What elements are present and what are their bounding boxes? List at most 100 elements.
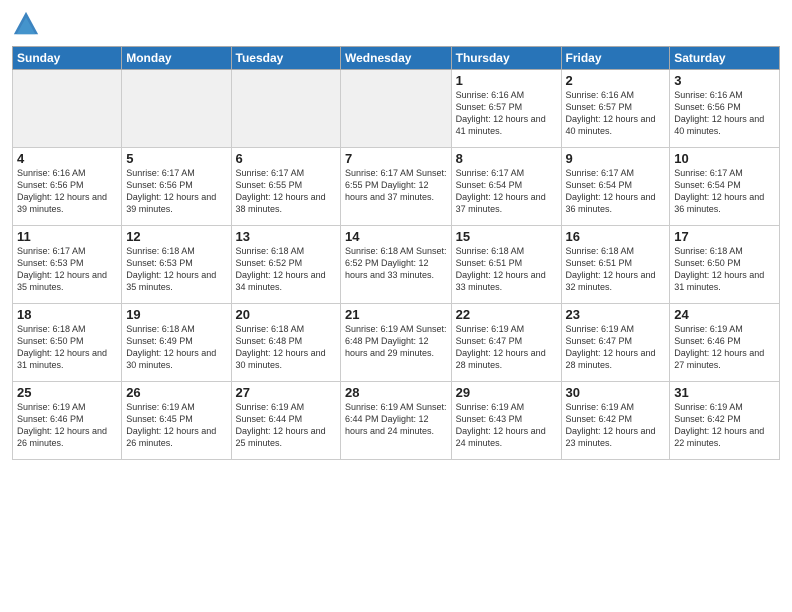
day-info: Sunrise: 6:16 AM Sunset: 6:57 PM Dayligh… bbox=[456, 89, 557, 138]
calendar-cell: 14Sunrise: 6:18 AM Sunset: 6:52 PM Dayli… bbox=[341, 226, 452, 304]
day-info: Sunrise: 6:17 AM Sunset: 6:53 PM Dayligh… bbox=[17, 245, 117, 294]
calendar-cell: 17Sunrise: 6:18 AM Sunset: 6:50 PM Dayli… bbox=[670, 226, 780, 304]
day-number: 10 bbox=[674, 151, 775, 166]
calendar-cell: 11Sunrise: 6:17 AM Sunset: 6:53 PM Dayli… bbox=[13, 226, 122, 304]
day-info: Sunrise: 6:18 AM Sunset: 6:53 PM Dayligh… bbox=[126, 245, 226, 294]
calendar-week-3: 18Sunrise: 6:18 AM Sunset: 6:50 PM Dayli… bbox=[13, 304, 780, 382]
calendar-header-friday: Friday bbox=[561, 47, 670, 70]
calendar-week-4: 25Sunrise: 6:19 AM Sunset: 6:46 PM Dayli… bbox=[13, 382, 780, 460]
calendar-header-saturday: Saturday bbox=[670, 47, 780, 70]
day-info: Sunrise: 6:19 AM Sunset: 6:42 PM Dayligh… bbox=[674, 401, 775, 450]
day-number: 28 bbox=[345, 385, 447, 400]
day-info: Sunrise: 6:17 AM Sunset: 6:55 PM Dayligh… bbox=[236, 167, 336, 216]
day-number: 9 bbox=[566, 151, 666, 166]
calendar-cell: 20Sunrise: 6:18 AM Sunset: 6:48 PM Dayli… bbox=[231, 304, 340, 382]
page-container: SundayMondayTuesdayWednesdayThursdayFrid… bbox=[0, 0, 792, 612]
day-number: 18 bbox=[17, 307, 117, 322]
calendar-cell: 24Sunrise: 6:19 AM Sunset: 6:46 PM Dayli… bbox=[670, 304, 780, 382]
calendar-cell: 6Sunrise: 6:17 AM Sunset: 6:55 PM Daylig… bbox=[231, 148, 340, 226]
calendar-cell: 18Sunrise: 6:18 AM Sunset: 6:50 PM Dayli… bbox=[13, 304, 122, 382]
day-info: Sunrise: 6:17 AM Sunset: 6:54 PM Dayligh… bbox=[456, 167, 557, 216]
day-info: Sunrise: 6:18 AM Sunset: 6:50 PM Dayligh… bbox=[674, 245, 775, 294]
day-number: 24 bbox=[674, 307, 775, 322]
day-info: Sunrise: 6:17 AM Sunset: 6:55 PM Dayligh… bbox=[345, 167, 447, 203]
day-number: 3 bbox=[674, 73, 775, 88]
day-number: 4 bbox=[17, 151, 117, 166]
day-number: 7 bbox=[345, 151, 447, 166]
day-number: 16 bbox=[566, 229, 666, 244]
day-info: Sunrise: 6:18 AM Sunset: 6:49 PM Dayligh… bbox=[126, 323, 226, 372]
day-info: Sunrise: 6:18 AM Sunset: 6:51 PM Dayligh… bbox=[566, 245, 666, 294]
calendar-cell: 29Sunrise: 6:19 AM Sunset: 6:43 PM Dayli… bbox=[451, 382, 561, 460]
day-info: Sunrise: 6:18 AM Sunset: 6:52 PM Dayligh… bbox=[236, 245, 336, 294]
calendar-cell: 13Sunrise: 6:18 AM Sunset: 6:52 PM Dayli… bbox=[231, 226, 340, 304]
day-info: Sunrise: 6:19 AM Sunset: 6:42 PM Dayligh… bbox=[566, 401, 666, 450]
day-number: 25 bbox=[17, 385, 117, 400]
day-info: Sunrise: 6:19 AM Sunset: 6:44 PM Dayligh… bbox=[345, 401, 447, 437]
day-number: 1 bbox=[456, 73, 557, 88]
day-info: Sunrise: 6:17 AM Sunset: 6:54 PM Dayligh… bbox=[566, 167, 666, 216]
calendar-header-row: SundayMondayTuesdayWednesdayThursdayFrid… bbox=[13, 47, 780, 70]
calendar-week-0: 1Sunrise: 6:16 AM Sunset: 6:57 PM Daylig… bbox=[13, 70, 780, 148]
day-info: Sunrise: 6:16 AM Sunset: 6:56 PM Dayligh… bbox=[674, 89, 775, 138]
day-number: 5 bbox=[126, 151, 226, 166]
day-number: 11 bbox=[17, 229, 117, 244]
calendar-cell: 19Sunrise: 6:18 AM Sunset: 6:49 PM Dayli… bbox=[122, 304, 231, 382]
day-info: Sunrise: 6:19 AM Sunset: 6:46 PM Dayligh… bbox=[17, 401, 117, 450]
day-number: 20 bbox=[236, 307, 336, 322]
calendar-cell: 12Sunrise: 6:18 AM Sunset: 6:53 PM Dayli… bbox=[122, 226, 231, 304]
day-info: Sunrise: 6:19 AM Sunset: 6:44 PM Dayligh… bbox=[236, 401, 336, 450]
day-info: Sunrise: 6:17 AM Sunset: 6:54 PM Dayligh… bbox=[674, 167, 775, 216]
calendar-cell: 8Sunrise: 6:17 AM Sunset: 6:54 PM Daylig… bbox=[451, 148, 561, 226]
day-number: 2 bbox=[566, 73, 666, 88]
day-number: 8 bbox=[456, 151, 557, 166]
calendar-cell bbox=[13, 70, 122, 148]
calendar-cell: 22Sunrise: 6:19 AM Sunset: 6:47 PM Dayli… bbox=[451, 304, 561, 382]
day-info: Sunrise: 6:16 AM Sunset: 6:57 PM Dayligh… bbox=[566, 89, 666, 138]
calendar-cell: 21Sunrise: 6:19 AM Sunset: 6:48 PM Dayli… bbox=[341, 304, 452, 382]
day-info: Sunrise: 6:17 AM Sunset: 6:56 PM Dayligh… bbox=[126, 167, 226, 216]
day-info: Sunrise: 6:19 AM Sunset: 6:43 PM Dayligh… bbox=[456, 401, 557, 450]
day-info: Sunrise: 6:19 AM Sunset: 6:47 PM Dayligh… bbox=[456, 323, 557, 372]
logo-icon bbox=[12, 10, 40, 38]
calendar-cell: 15Sunrise: 6:18 AM Sunset: 6:51 PM Dayli… bbox=[451, 226, 561, 304]
calendar-header-wednesday: Wednesday bbox=[341, 47, 452, 70]
calendar-cell bbox=[341, 70, 452, 148]
calendar-cell: 25Sunrise: 6:19 AM Sunset: 6:46 PM Dayli… bbox=[13, 382, 122, 460]
logo bbox=[12, 10, 44, 38]
day-info: Sunrise: 6:19 AM Sunset: 6:46 PM Dayligh… bbox=[674, 323, 775, 372]
calendar-cell: 3Sunrise: 6:16 AM Sunset: 6:56 PM Daylig… bbox=[670, 70, 780, 148]
calendar-cell: 16Sunrise: 6:18 AM Sunset: 6:51 PM Dayli… bbox=[561, 226, 670, 304]
day-number: 17 bbox=[674, 229, 775, 244]
calendar-cell: 27Sunrise: 6:19 AM Sunset: 6:44 PM Dayli… bbox=[231, 382, 340, 460]
day-info: Sunrise: 6:19 AM Sunset: 6:48 PM Dayligh… bbox=[345, 323, 447, 359]
day-info: Sunrise: 6:16 AM Sunset: 6:56 PM Dayligh… bbox=[17, 167, 117, 216]
day-number: 31 bbox=[674, 385, 775, 400]
day-number: 26 bbox=[126, 385, 226, 400]
calendar-header-thursday: Thursday bbox=[451, 47, 561, 70]
calendar-cell: 7Sunrise: 6:17 AM Sunset: 6:55 PM Daylig… bbox=[341, 148, 452, 226]
day-info: Sunrise: 6:18 AM Sunset: 6:50 PM Dayligh… bbox=[17, 323, 117, 372]
calendar-header-tuesday: Tuesday bbox=[231, 47, 340, 70]
day-info: Sunrise: 6:18 AM Sunset: 6:48 PM Dayligh… bbox=[236, 323, 336, 372]
calendar-cell: 28Sunrise: 6:19 AM Sunset: 6:44 PM Dayli… bbox=[341, 382, 452, 460]
calendar-week-1: 4Sunrise: 6:16 AM Sunset: 6:56 PM Daylig… bbox=[13, 148, 780, 226]
day-info: Sunrise: 6:18 AM Sunset: 6:52 PM Dayligh… bbox=[345, 245, 447, 281]
calendar-header-sunday: Sunday bbox=[13, 47, 122, 70]
calendar-cell: 5Sunrise: 6:17 AM Sunset: 6:56 PM Daylig… bbox=[122, 148, 231, 226]
calendar-cell: 30Sunrise: 6:19 AM Sunset: 6:42 PM Dayli… bbox=[561, 382, 670, 460]
day-info: Sunrise: 6:19 AM Sunset: 6:45 PM Dayligh… bbox=[126, 401, 226, 450]
calendar-cell: 10Sunrise: 6:17 AM Sunset: 6:54 PM Dayli… bbox=[670, 148, 780, 226]
calendar-cell bbox=[231, 70, 340, 148]
calendar-header-monday: Monday bbox=[122, 47, 231, 70]
calendar-cell: 26Sunrise: 6:19 AM Sunset: 6:45 PM Dayli… bbox=[122, 382, 231, 460]
calendar-cell: 1Sunrise: 6:16 AM Sunset: 6:57 PM Daylig… bbox=[451, 70, 561, 148]
day-number: 19 bbox=[126, 307, 226, 322]
day-number: 6 bbox=[236, 151, 336, 166]
day-number: 30 bbox=[566, 385, 666, 400]
day-info: Sunrise: 6:18 AM Sunset: 6:51 PM Dayligh… bbox=[456, 245, 557, 294]
calendar-cell: 4Sunrise: 6:16 AM Sunset: 6:56 PM Daylig… bbox=[13, 148, 122, 226]
day-number: 13 bbox=[236, 229, 336, 244]
calendar-week-2: 11Sunrise: 6:17 AM Sunset: 6:53 PM Dayli… bbox=[13, 226, 780, 304]
day-number: 29 bbox=[456, 385, 557, 400]
